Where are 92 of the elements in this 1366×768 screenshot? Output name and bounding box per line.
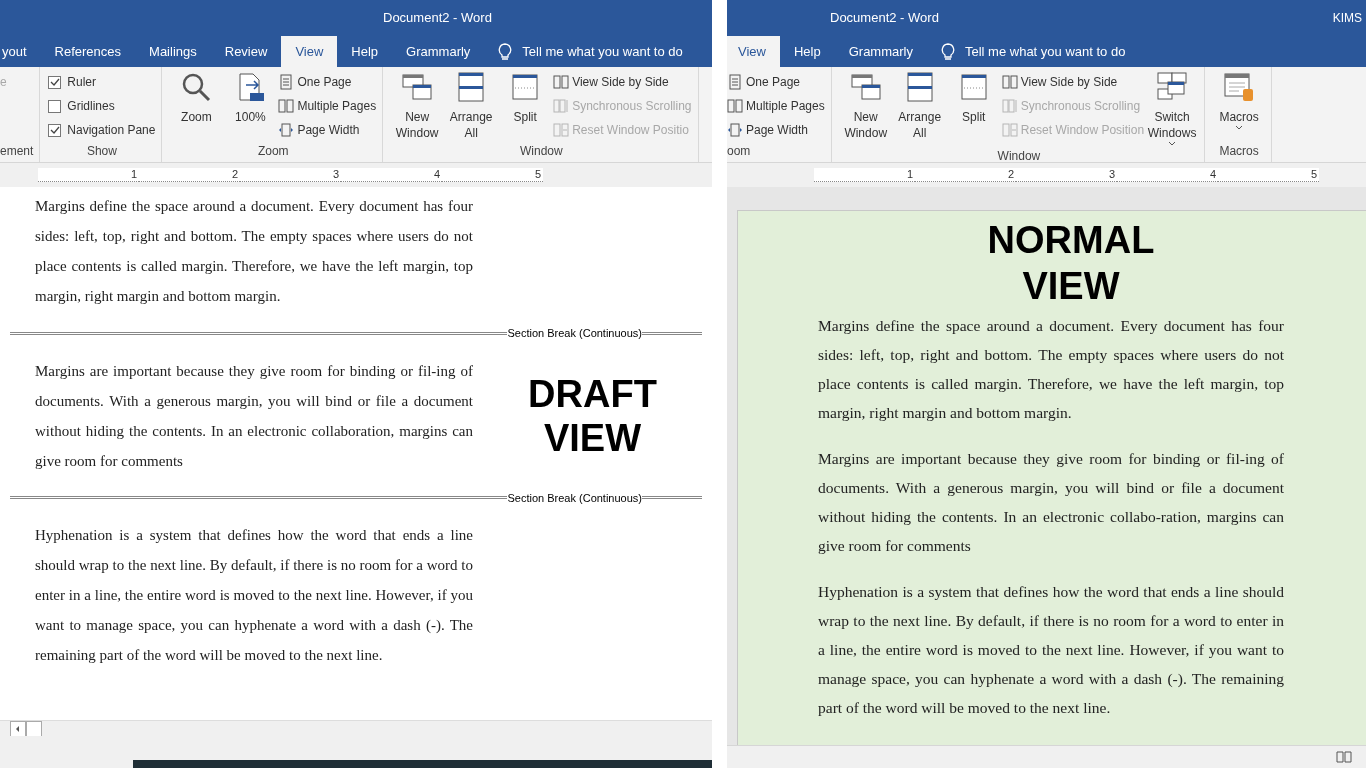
check-icon [49,77,60,87]
ribbon-tab[interactable]: References [40,36,136,67]
window-title: Document2 - Word [830,9,939,28]
two-pages-icon [278,98,295,114]
side-by-side-icon [1001,74,1018,90]
side-by-side-icon [553,74,570,90]
ruler-number: 5 [533,167,542,183]
caret-icon [1235,125,1244,131]
ruler-number: 5 [1309,167,1318,183]
ribbon-button[interactable]: Multiple Pages [278,95,377,117]
page-width-icon [727,122,743,138]
ribbon-button[interactable]: View Side by Side [553,71,692,93]
paragraph: Hyphenation is a system that defines how the word that ends a line should wrap to the next line. By default, if there is no room for a word to enter in a line, the entire word is moved to the next line. However, if you want to manage space, you can hyphenate a word with a dash (-). The remaining part of the word will be moved to the next line. [35,526,473,665]
caret-icon [1168,141,1177,147]
reset-window-icon [553,122,570,138]
ribbon-button[interactable]: New Window [391,67,444,142]
ruler-number: 3 [331,167,340,183]
checkbox[interactable] [48,99,62,113]
tell-me-search[interactable]: Tell me what you want to do [522,41,683,62]
ruler-number: 4 [432,167,441,183]
ribbon-button[interactable]: Split [499,67,552,142]
tell-me-search[interactable]: Tell me what you want to do [965,41,1126,62]
check-icon [49,125,60,135]
lightbulb-icon [498,42,513,61]
account-name: KIMS [1332,10,1362,27]
ribbon-tab[interactable]: View [281,36,338,67]
ribbon-tab[interactable]: View [727,36,780,67]
ruler-number: 1 [129,167,138,183]
ribbon-button[interactable]: Switch Windows [1146,67,1199,147]
checkbox-option[interactable]: Ruler [48,71,156,93]
paragraph: Hyphenation is a system that defines how the word that ends a line should wrap to the next line. By default, if there is no room for a word to enter in a line, the entire word is moved to the next line. However, if you want to manage space, you can hyphenate a word with a dash (-). The remaining part of the word will be moved to the next line. [818,582,1284,718]
ribbon-button[interactable]: One Page [278,71,377,93]
group-label: Window [996,148,1042,165]
macro-icon [1223,71,1256,103]
ribbon-button[interactable]: Split [947,67,1000,147]
ribbon-tab[interactable]: Grammarly [834,36,927,67]
two-pages-icon [727,98,743,114]
view-label: DRAFT VIEW [527,371,658,460]
group-label: Window [519,143,564,160]
reset-window-icon [1001,122,1018,138]
ribbon-button[interactable]: Macros [1213,67,1266,142]
scroll-thumb[interactable] [26,721,42,737]
paragraph: Margins define the space around a document. Every document has four sides: left, top, right and bottom. The empty spaces where users do not place contents is called margin. Therefore, we have the left margin, top margin, right margin and bottom margin. [35,197,473,306]
ribbon-button[interactable]: One Page [727,71,825,93]
paragraph: Margins define the space around a document. Every document has four sides: left, top, right and bottom. The empty spaces where users do not place contents is called margin. Therefore, we have the left margin, top margin, right margin and bottom margin. [818,316,1284,423]
ribbon-button[interactable]: Page Width [278,119,377,141]
ribbon-button[interactable]: Page Width [727,119,825,141]
ribbon-button[interactable]: Arrange All [445,67,498,142]
group-label: Macros [1218,143,1260,160]
sync-scroll-icon [1001,98,1018,114]
paragraph: Margins are important because they give room for binding or fil-ing of documents. With a generous margin, you will bind or file a document without hiding the contents. In an electronic collabo-ration, margins can give room for comments [818,449,1284,556]
ruler-number: 3 [1107,167,1116,183]
ribbon-tab[interactable]: yout [0,36,41,67]
windows-icon [849,71,882,103]
magnifier-icon [180,71,213,103]
windows-icon [401,71,434,103]
section-break: Section Break (Continuous) [507,326,642,341]
read-mode-icon[interactable] [1336,751,1352,763]
group-label: Show [85,143,118,160]
ruler-number: 4 [1208,167,1217,183]
section-break: Section Break (Continuous) [507,490,642,506]
ribbon-button[interactable]: New Window [839,67,892,147]
ruler-number: 2 [230,167,239,183]
view-label: NORMAL VIEW [986,218,1156,309]
group-label: oom [727,143,752,160]
windows-icon [1156,71,1189,103]
lightbulb-icon [941,42,955,61]
checkbox[interactable] [48,123,62,137]
ribbon-tab[interactable]: Grammarly [392,36,485,67]
group-label: Zoom [256,143,290,160]
horizontal-scrollbar[interactable] [0,720,712,736]
window-title: Document2 - Word [383,9,492,28]
ribbon-tab[interactable]: Help [337,36,393,67]
page-icon [727,74,743,90]
ribbon-tab[interactable]: Help [779,36,835,67]
checkbox-option[interactable]: Navigation Pane [48,119,156,141]
sync-scroll-icon [553,98,570,114]
ribbon-button[interactable]: Multiple Pages [727,95,825,117]
ruler-number: 1 [905,167,914,183]
ribbon-button[interactable]: Arrange All [893,67,946,147]
group-label: ement [0,143,34,160]
ribbon-button[interactable]: 100% [224,67,277,142]
checkbox[interactable] [48,75,62,89]
paragraph: Margins are important because they give room for binding or fil-ing of documents. With a generous margin, you will bind or file a document without hiding the contents. In an electronic collaboration, margins can give room for comments [35,361,473,471]
ribbon-tab[interactable]: Review [210,36,282,67]
ruler-number: 2 [1006,167,1015,183]
ribbon-button[interactable]: View Side by Side [1001,71,1145,93]
page-icon [278,74,295,90]
ribbon-tab[interactable]: Mailings [135,36,211,67]
checkbox-option[interactable]: Gridlines [48,95,156,117]
ribbon-button[interactable]: Zoom [170,67,223,142]
page-width-icon [278,122,295,138]
